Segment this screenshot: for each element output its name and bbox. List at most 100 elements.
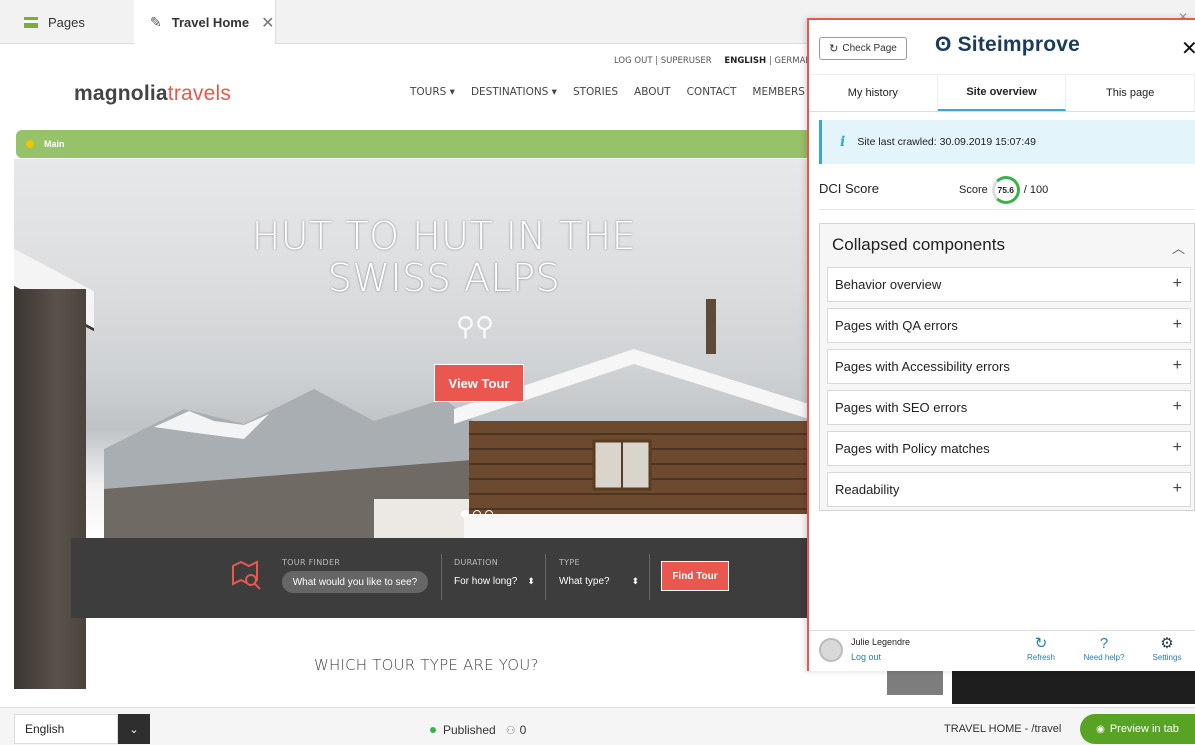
chevron-down-icon[interactable]: ⌄ [118, 714, 150, 744]
main-area-label: Main [44, 139, 65, 149]
dci-score-label: DCI Score [819, 181, 879, 196]
logo-accent: travels [167, 82, 232, 105]
pages-app-icon [24, 16, 38, 28]
thumbnail-image [887, 671, 943, 695]
plus-icon[interactable]: + [1173, 439, 1182, 457]
nav-destinations[interactable]: DESTINATIONS ▾ [471, 86, 557, 98]
need-help-button[interactable]: ? Need help? [1079, 635, 1129, 662]
tour-finder-label: TOUR FINDER [282, 558, 341, 567]
area-status-dot [26, 140, 34, 148]
publish-status: Published ⚇ 0 [430, 723, 526, 737]
refresh-icon: ↻ [1034, 635, 1048, 652]
find-tour-button[interactable]: Find Tour [661, 561, 729, 591]
component-label: Pages with Policy matches [835, 441, 990, 456]
plus-icon[interactable]: + [1173, 398, 1182, 416]
component-behavior-overview[interactable]: Behavior overview + [827, 267, 1191, 302]
siteimprove-footer: Julie Legendre Log out ↻ Refresh ? Need he… [809, 630, 1195, 671]
tab-my-history[interactable]: My history [809, 75, 938, 111]
site-top-links: LOG OUT | SUPERUSER ENGLISH | GERMAN [614, 56, 809, 66]
crawl-info-text: Site last crawled: 30.09.2019 15:07:49 [857, 136, 1036, 148]
component-label: Pages with Accessibility errors [835, 359, 1010, 374]
refresh-icon: ↻ [829, 43, 839, 55]
pencil-icon: ✎ [150, 14, 162, 30]
component-accessibility-errors[interactable]: Pages with Accessibility errors + [827, 349, 1191, 384]
lang-german-link[interactable]: GERMAN [774, 56, 809, 66]
tab-travel-home-label: Travel Home [171, 15, 250, 30]
logo-main: magnolia [74, 82, 168, 105]
tour-search-input[interactable]: What would you like to see? [282, 571, 428, 593]
editor-status-bar: English ⌄ Published ⚇ 0 TRAVEL HOME - /t… [0, 707, 1195, 745]
tab-site-overview[interactable]: Site overview [937, 75, 1067, 111]
view-tour-button[interactable]: View Tour [434, 364, 524, 402]
avatar [819, 638, 843, 662]
check-page-button[interactable]: ↻ Check Page [819, 37, 907, 60]
plus-icon[interactable]: + [1173, 316, 1182, 334]
settings-button[interactable]: ⚙ Settings [1142, 635, 1192, 662]
score-ring: 75.6 [991, 176, 1020, 204]
carousel-dot[interactable] [485, 510, 493, 518]
nav-about[interactable]: ABOUT [634, 86, 671, 98]
help-label: Need help? [1083, 653, 1125, 662]
tab-travel-home[interactable]: ✎ Travel Home ✕ [134, 0, 276, 45]
siteimprove-logo: ʘ Siteimprove [935, 33, 1080, 57]
tab-pages-label: Pages [48, 14, 85, 30]
collapsed-components-header[interactable]: Collapsed components ︿ [820, 224, 1195, 264]
score-suffix: / 100 [1023, 184, 1049, 196]
carousel-dot[interactable] [473, 510, 481, 518]
preview-in-tab-button[interactable]: ◉ Preview in tab [1080, 714, 1195, 744]
type-select[interactable]: What type? ⬍ [559, 576, 639, 587]
carousel-dot[interactable] [461, 510, 469, 518]
duration-select[interactable]: For how long? ⬍ [454, 576, 535, 587]
finder-divider [649, 554, 650, 600]
main-area-bar[interactable]: Main [16, 130, 809, 158]
component-label: Readability [835, 482, 900, 497]
nav-tours[interactable]: TOURS ▾ [410, 86, 455, 98]
refresh-label: Refresh [1026, 653, 1055, 662]
tour-finder: TOUR FINDER What would you like to see? … [71, 538, 809, 618]
type-value: What type? [559, 576, 610, 587]
logout-superuser-link[interactable]: LOG OUT | SUPERUSER [614, 56, 712, 66]
refresh-button[interactable]: ↻ Refresh [1016, 635, 1066, 662]
nav-contact[interactable]: CONTACT [687, 86, 737, 98]
plus-icon[interactable]: + [1173, 275, 1182, 293]
nav-members[interactable]: MEMBERS [752, 86, 805, 98]
site-nav: TOURS ▾ DESTINATIONS ▾ STORIES ABOUT CON… [410, 86, 805, 98]
language-select[interactable]: English [14, 714, 118, 744]
component-policy-matches[interactable]: Pages with Policy matches + [827, 431, 1191, 466]
close-panel-icon[interactable]: ✕ [1181, 36, 1195, 61]
dark-block [952, 671, 1195, 704]
siteimprove-panel: ↻ Check Page ʘ Siteimprove ✕ My history … [807, 18, 1195, 671]
info-icon: i [840, 134, 846, 150]
plus-icon[interactable]: + [1173, 357, 1182, 375]
close-tab-icon[interactable]: ✕ [261, 13, 274, 33]
site-logo[interactable]: magnoliatravels [74, 82, 231, 106]
map-search-icon [231, 560, 263, 590]
select-arrows-icon: ⬍ [631, 576, 640, 586]
lang-english-link[interactable]: ENGLISH [724, 56, 766, 66]
status-text: Published [443, 723, 496, 737]
users-icon: ⚇ [505, 724, 516, 737]
type-label: TYPE [559, 558, 580, 567]
component-seo-errors[interactable]: Pages with SEO errors + [827, 390, 1191, 425]
nav-stories[interactable]: STORIES [573, 86, 618, 98]
chevron-up-icon[interactable]: ︿ [1172, 238, 1185, 257]
siteimprove-header: ↻ Check Page ʘ Siteimprove ✕ [809, 20, 1195, 74]
collapsed-components-title: Collapsed components [832, 235, 1005, 254]
component-label: Behavior overview [835, 277, 942, 292]
settings-label: Settings [1152, 653, 1182, 662]
plus-icon[interactable]: + [1173, 480, 1182, 498]
tab-this-page[interactable]: This page [1066, 75, 1195, 111]
hero-title: HUT TO HUT IN THE SWISS ALPS [251, 214, 637, 300]
cabin-wall-graphic [14, 289, 86, 689]
carousel-dots [461, 510, 493, 518]
logout-link[interactable]: Log out [851, 652, 881, 662]
gear-icon: ⚙ [1160, 635, 1174, 652]
preview-label: Preview in tab [1109, 723, 1179, 735]
dci-score-value: Score 75.6 / 100 [959, 176, 1048, 204]
finder-divider [545, 554, 546, 600]
help-icon: ? [1099, 635, 1109, 652]
component-readability[interactable]: Readability + [827, 472, 1191, 507]
tab-pages[interactable]: Pages [0, 0, 134, 44]
component-qa-errors[interactable]: Pages with QA errors + [827, 308, 1191, 343]
duration-value: For how long? [454, 576, 518, 587]
